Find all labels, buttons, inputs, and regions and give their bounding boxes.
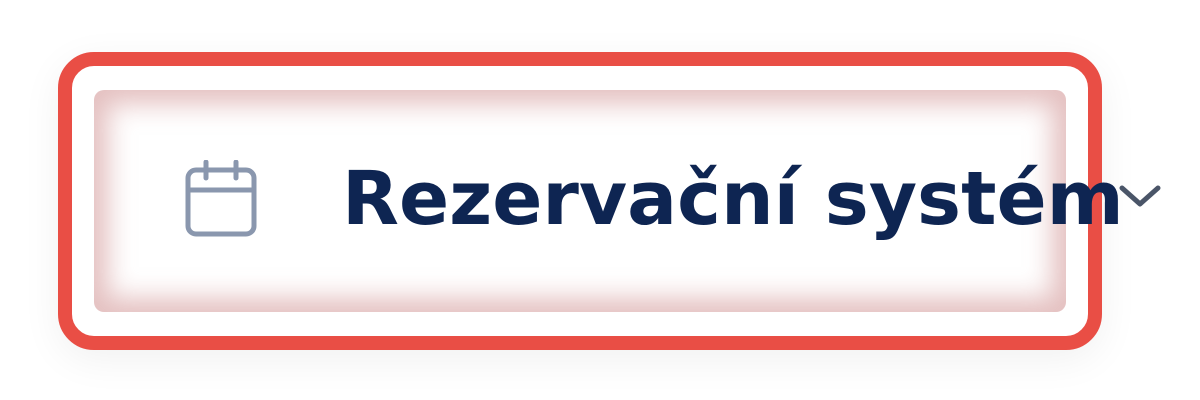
chevron-down-icon[interactable] bbox=[1116, 180, 1164, 210]
screenshot-stage: Rezervační systém bbox=[0, 0, 1200, 400]
calendar-icon bbox=[184, 159, 258, 238]
sidebar-item-label: Rezervační systém bbox=[342, 156, 1124, 242]
sidebar-item-reservation-system[interactable]: Rezervační systém bbox=[94, 90, 1124, 312]
